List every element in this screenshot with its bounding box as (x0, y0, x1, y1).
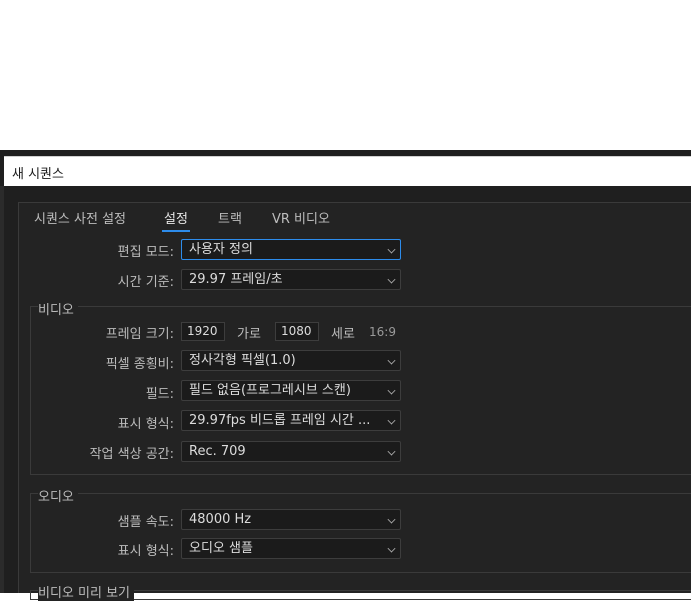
sample-rate-value: 48000 Hz (189, 512, 252, 527)
horizontal-label: 가로 (237, 327, 261, 342)
fields-label: 필드: (145, 387, 174, 402)
audio-section-title: 오디오 (38, 486, 78, 505)
audio-display-format-label: 표시 형식: (117, 544, 174, 559)
aspect-ratio-text: 16:9 (369, 325, 396, 339)
chevron-down-icon (387, 245, 396, 254)
edit-mode-value: 사용자 정의 (189, 242, 253, 257)
color-space-select[interactable]: Rec. 709 (181, 441, 401, 462)
chevron-down-icon (387, 515, 396, 524)
tab-settings[interactable]: 설정 (162, 208, 190, 232)
video-display-format-label: 표시 형식: (117, 417, 174, 432)
chevron-down-icon (387, 356, 396, 365)
dialog-content: 시퀀스 사전 설정 설정 트랙 VR 비디오 편집 모드: 사용자 정의 시간 … (0, 0, 691, 601)
pixel-aspect-value: 정사각형 픽셀(1.0) (189, 353, 296, 368)
audio-group-box (30, 493, 691, 573)
edit-mode-select[interactable]: 사용자 정의 (181, 239, 401, 260)
chevron-down-icon (387, 275, 396, 284)
timebase-value: 29.97 프레임/초 (189, 272, 283, 287)
chevron-down-icon (387, 544, 396, 553)
pixel-aspect-select[interactable]: 정사각형 픽셀(1.0) (181, 350, 401, 371)
audio-display-format-value: 오디오 샘플 (189, 541, 253, 556)
vertical-label: 세로 (331, 327, 355, 342)
pixel-aspect-label: 픽셀 종횡비: (105, 357, 174, 372)
sample-rate-select[interactable]: 48000 Hz (181, 509, 401, 530)
frame-height-input[interactable]: 1080 (275, 322, 319, 341)
video-section-title: 비디오 (38, 299, 78, 318)
preview-section-title: 비디오 미리 보기 (38, 582, 134, 601)
color-space-label: 작업 색상 공간: (89, 447, 174, 462)
sample-rate-label: 샘플 속도: (117, 515, 174, 530)
video-display-format-select[interactable]: 29.97fps 비드롭 프레임 시간 ... (181, 410, 401, 431)
color-space-value: Rec. 709 (189, 444, 246, 459)
chevron-down-icon (387, 447, 396, 456)
frame-size-label: 프레임 크기: (105, 327, 174, 342)
tab-vr-video[interactable]: VR 비디오 (272, 208, 330, 227)
timebase-label: 시간 기준: (117, 275, 174, 290)
tab-sequence-presets[interactable]: 시퀀스 사전 설정 (34, 208, 126, 227)
timebase-select[interactable]: 29.97 프레임/초 (181, 269, 401, 290)
video-display-format-value: 29.97fps 비드롭 프레임 시간 ... (189, 413, 371, 428)
fields-value: 필드 없음(프로그레시브 스캔) (189, 383, 351, 398)
edit-mode-label: 편집 모드: (117, 245, 174, 260)
chevron-down-icon (387, 416, 396, 425)
audio-display-format-select[interactable]: 오디오 샘플 (181, 538, 401, 559)
tab-tracks[interactable]: 트랙 (218, 208, 242, 227)
frame-width-input[interactable]: 1920 (181, 322, 225, 341)
chevron-down-icon (387, 386, 396, 395)
fields-select[interactable]: 필드 없음(프로그레시브 스캔) (181, 380, 401, 401)
